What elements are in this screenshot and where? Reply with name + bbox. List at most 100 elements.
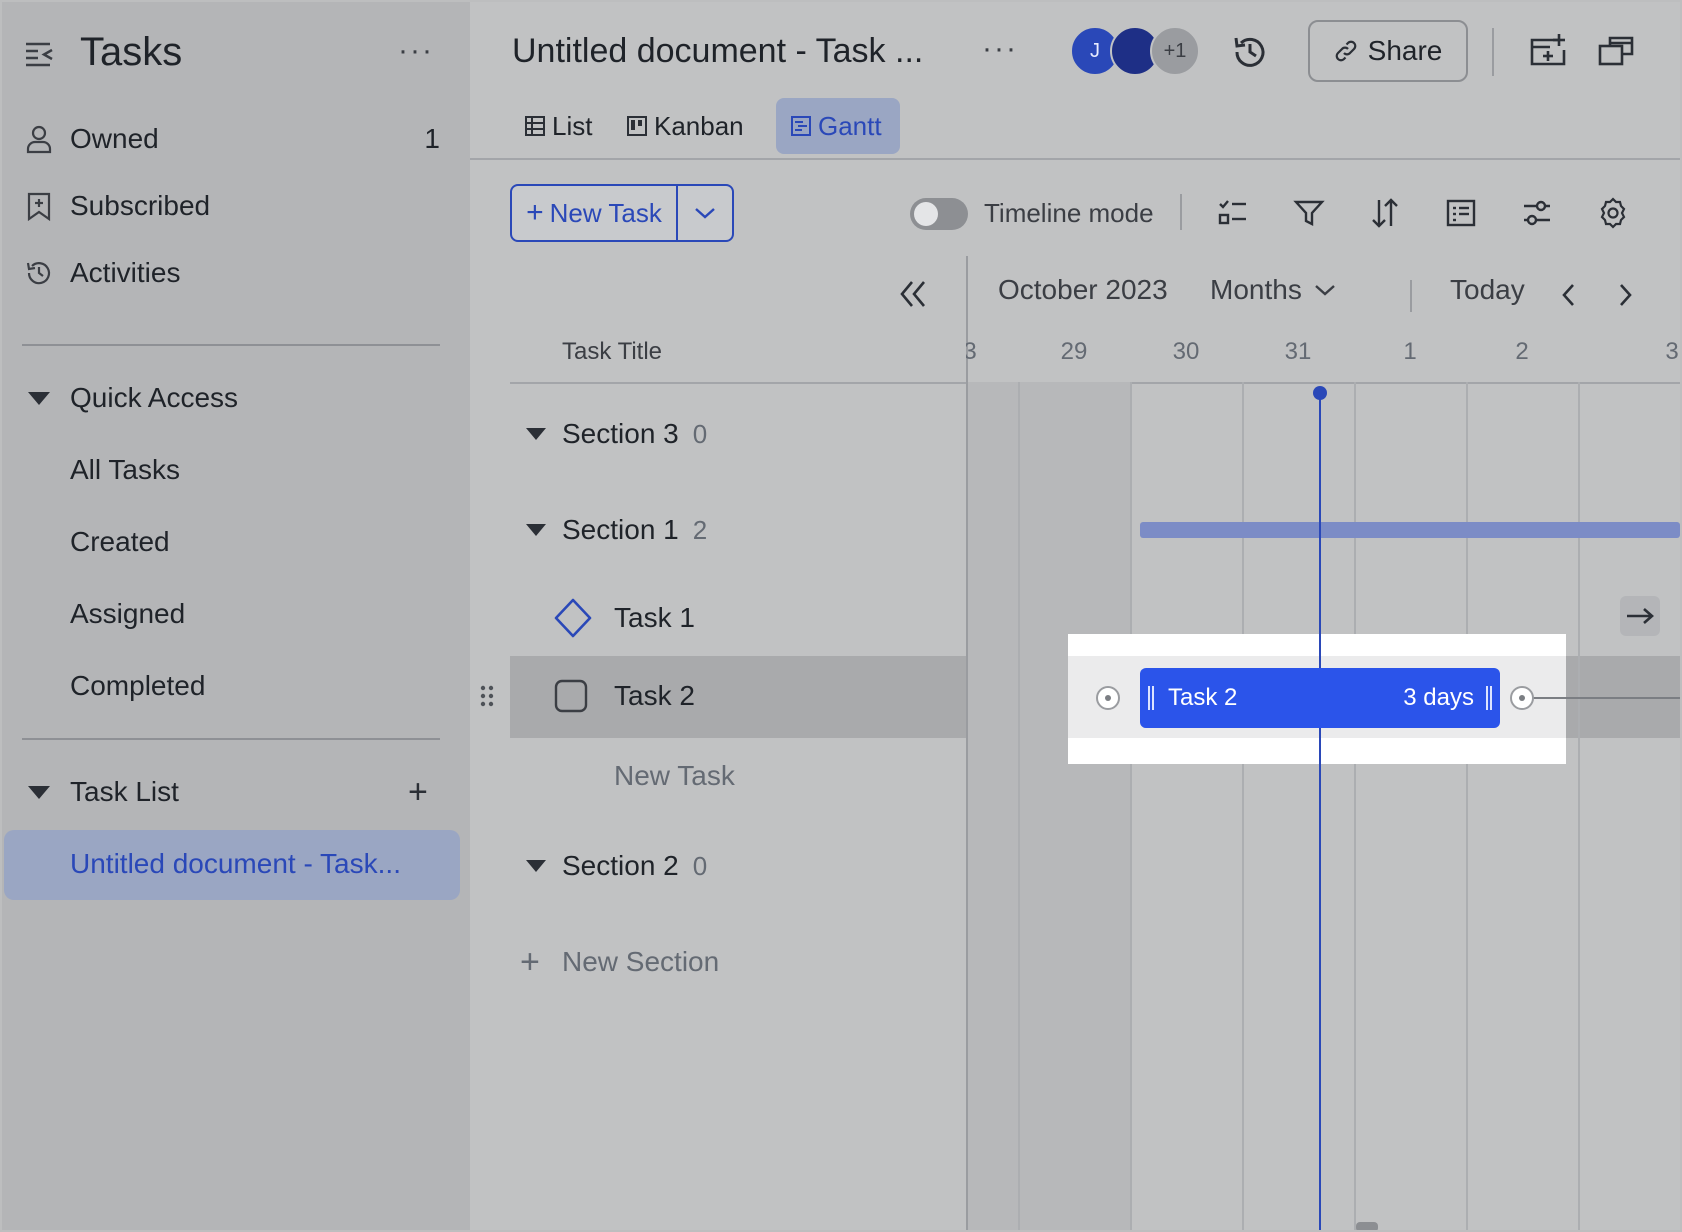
sidebar-item-all-tasks[interactable]: All Tasks (70, 454, 180, 486)
checklist-icon[interactable] (1216, 196, 1250, 230)
day-label: 29 (1060, 338, 1088, 365)
new-section-row[interactable]: + New Section (510, 922, 966, 1002)
task-row[interactable]: Task 1 (510, 578, 966, 658)
day-label: 31 (1284, 338, 1312, 365)
drag-handle-icon[interactable] (480, 684, 494, 708)
new-task-inline-button[interactable]: New Task (614, 760, 735, 792)
history-icon[interactable] (1230, 32, 1270, 72)
horizontal-scrollbar-thumb[interactable] (1356, 1222, 1378, 1230)
caret-down-icon[interactable] (28, 785, 50, 799)
sidebar-item-label: Subscribed (70, 190, 211, 221)
collapse-left-icon[interactable] (894, 276, 930, 312)
sidebar-more-icon[interactable]: ··· (398, 34, 434, 68)
caret-down-icon[interactable] (526, 524, 546, 536)
timeline-mode-toggle[interactable] (910, 198, 968, 230)
section-row[interactable]: Section 2 0 (510, 826, 966, 906)
dependency-end-handle[interactable] (1510, 686, 1534, 710)
day-label: 1 (1403, 338, 1417, 365)
toolbar-divider (1180, 194, 1182, 230)
caret-down-icon[interactable] (526, 860, 546, 872)
sidebar-item-created[interactable]: Created (70, 526, 170, 558)
task-bar-label: Task 2 (1168, 684, 1238, 711)
today-marker-line (1319, 392, 1321, 1230)
section-count: 0 (692, 419, 708, 449)
column-header-task-title: Task Title (562, 338, 663, 365)
sidebar-item-active-tasklist[interactable]: Untitled document - Task... (4, 830, 460, 900)
sidebar-item-owned[interactable]: Owned 1 (2, 109, 470, 169)
chevron-down-icon (695, 208, 715, 219)
history-icon (26, 262, 51, 285)
gantt-task-bar[interactable]: Task 2 3 days (1140, 668, 1500, 728)
section-row[interactable]: Section 1 2 (510, 490, 966, 570)
share-button[interactable]: Share (1308, 20, 1468, 82)
plus-icon: + (520, 942, 540, 981)
sort-icon[interactable] (1368, 196, 1402, 230)
sidebar-item-assigned[interactable]: Assigned (70, 598, 185, 630)
filter-icon[interactable] (1292, 196, 1326, 230)
tab-gantt[interactable]: Gantt (776, 98, 900, 154)
new-task-label: New Task (549, 197, 662, 228)
task-list-section[interactable]: Task List + (2, 762, 470, 822)
task-row-selected[interactable]: Task 2 (480, 656, 966, 736)
task-title[interactable]: Task 2 (614, 680, 695, 712)
new-task-split-button: + New Task (510, 184, 734, 242)
task-title[interactable]: Task 1 (614, 602, 695, 634)
section-label: Section 2 0 (562, 850, 707, 882)
gantt-icon (791, 116, 811, 136)
section-title: Section 2 (562, 850, 679, 881)
timeline-scale-select[interactable]: Months (1210, 274, 1336, 306)
new-section-button[interactable]: New Section (562, 946, 719, 978)
collaborator-avatars[interactable]: J +1 (1070, 26, 1200, 76)
arrow-right-icon (1627, 608, 1654, 624)
sidebar-divider (22, 344, 440, 346)
new-window-icon[interactable] (1528, 32, 1568, 72)
resize-handle-left[interactable] (1148, 686, 1154, 710)
new-task-dropdown-button[interactable] (678, 186, 732, 240)
dependency-start-handle[interactable] (1096, 686, 1120, 710)
quick-access-section[interactable]: Quick Access (2, 368, 470, 428)
caret-down-icon[interactable] (28, 391, 50, 405)
group-icon[interactable] (1444, 196, 1478, 230)
section-title: Section 3 (562, 418, 679, 449)
document-more-icon[interactable]: ··· (982, 32, 1018, 66)
open-in-window-icon[interactable] (1596, 32, 1636, 72)
milestone-diamond-icon[interactable] (552, 597, 594, 639)
view-tabs: List Kanban Gantt (470, 98, 1680, 160)
new-task-row[interactable]: New Task (510, 736, 966, 816)
sidebar: Tasks ··· Owned 1 Subscribed Activities … (2, 2, 470, 1230)
section-count: 2 (692, 515, 708, 545)
chevron-left-icon[interactable] (1556, 280, 1582, 310)
grid-line (1242, 382, 1244, 1230)
sidebar-item-subscribed[interactable]: Subscribed (2, 176, 470, 236)
person-icon (26, 125, 52, 154)
new-task-button[interactable]: + New Task (512, 186, 678, 240)
sidebar-item-completed[interactable]: Completed (70, 670, 205, 702)
tab-label: Kanban (654, 110, 744, 141)
day-label: 2 (1515, 338, 1529, 365)
sidebar-item-label: Activities (70, 257, 181, 288)
sidebar-header: Tasks ··· (2, 2, 470, 102)
scroll-to-task-button[interactable] (1620, 596, 1660, 636)
section-label: Section 3 0 (562, 418, 707, 450)
today-button[interactable]: Today (1450, 274, 1525, 306)
resize-handle-right[interactable] (1486, 686, 1492, 710)
task-checkbox[interactable] (554, 679, 588, 713)
tab-list[interactable]: List (510, 98, 606, 154)
task-bar-duration: 3 days (1403, 684, 1474, 711)
sidebar-item-activities[interactable]: Activities (2, 243, 470, 303)
main-panel: Untitled document - Task ... ··· J +1 Sh… (470, 2, 1680, 1230)
sliders-icon[interactable] (1520, 196, 1554, 230)
tab-kanban[interactable]: Kanban (612, 98, 758, 154)
grid-line (1578, 382, 1580, 1230)
collapse-sidebar-icon[interactable] (24, 40, 56, 68)
avatar-more-count[interactable]: +1 (1150, 26, 1200, 76)
chevron-right-icon[interactable] (1612, 280, 1638, 310)
section-duration-bar[interactable] (1140, 522, 1680, 538)
gear-icon[interactable] (1596, 196, 1630, 230)
today-marker-dot (1313, 386, 1327, 400)
sidebar-item-label: Owned (70, 123, 159, 154)
add-task-list-icon[interactable]: + (408, 773, 428, 812)
document-title[interactable]: Untitled document - Task ... (512, 32, 923, 71)
section-row[interactable]: Section 3 0 (510, 394, 966, 474)
caret-down-icon[interactable] (526, 428, 546, 440)
